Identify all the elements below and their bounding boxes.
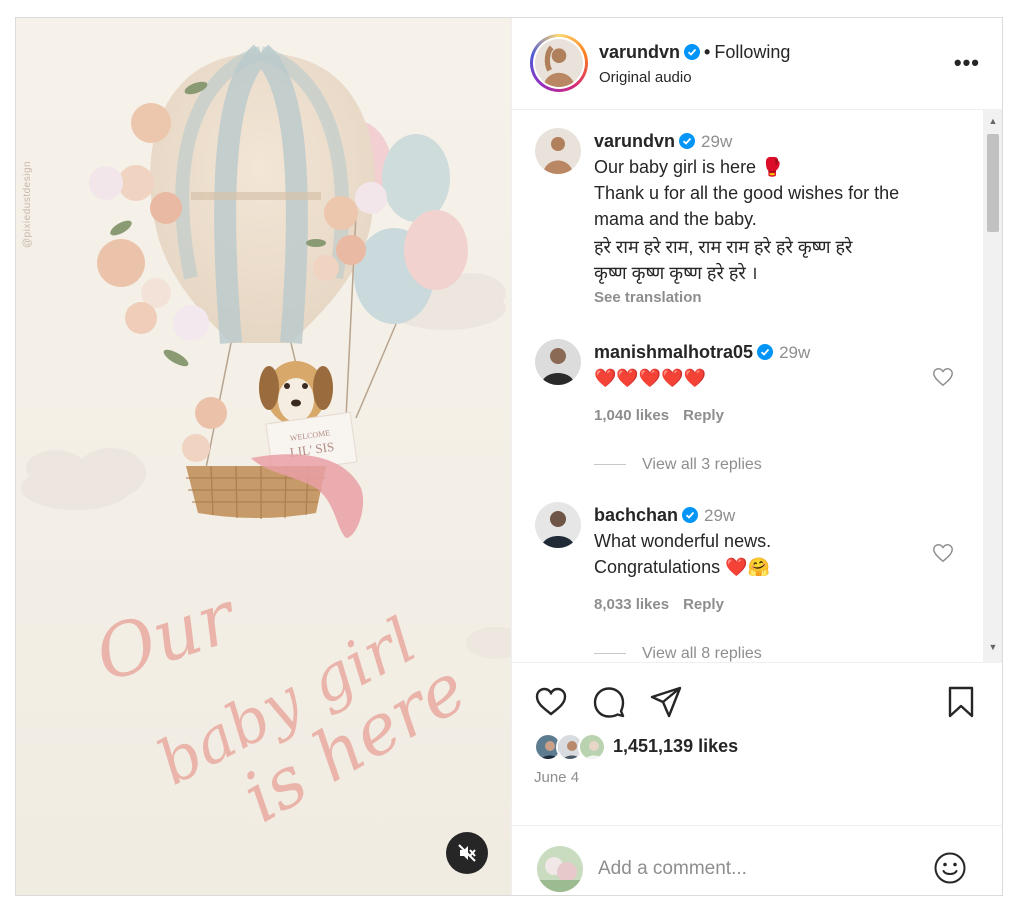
comment-text: What wonderful news. xyxy=(594,531,772,551)
comment-likes[interactable]: 8,033 likes xyxy=(594,596,669,613)
comment-time[interactable]: 29w xyxy=(704,506,735,525)
post-date[interactable]: June 4 xyxy=(534,769,579,786)
comment-avatar[interactable] xyxy=(535,502,581,548)
verified-badge-icon xyxy=(684,44,701,60)
header-separator: • xyxy=(704,42,711,62)
scroll-up-icon[interactable]: ▲ xyxy=(983,112,1002,130)
reply-button[interactable]: Reply xyxy=(683,596,724,613)
comment-username[interactable]: manishmalhotra05 xyxy=(594,342,753,362)
share-icon[interactable] xyxy=(649,685,683,719)
comments-list: varundvn 29w Our baby girl is here 🥊 Than… xyxy=(512,110,1002,662)
original-audio-link[interactable]: Original audio xyxy=(599,69,692,86)
post-likes-count[interactable]: 1,451,139 likes xyxy=(613,736,738,757)
post-header: varundvn • Following Original audio ••• xyxy=(512,18,1002,110)
comment-text: ❤️❤️❤️❤️❤️ xyxy=(594,368,707,388)
view-replies-button[interactable]: View all 3 replies xyxy=(594,456,762,474)
view-replies-label: View all 8 replies xyxy=(642,645,762,662)
add-comment-input[interactable] xyxy=(598,852,918,886)
caption-time[interactable]: 29w xyxy=(701,132,732,151)
post-side-panel: varundvn • Following Original audio ••• va… xyxy=(511,18,1002,895)
artist-watermark: @pixiedustdesign xyxy=(22,160,33,248)
view-replies-label: View all 3 replies xyxy=(642,456,762,473)
comments-scrollbar[interactable]: ▲ ▼ xyxy=(983,110,1002,662)
current-user-avatar xyxy=(537,846,583,892)
reply-button[interactable]: Reply xyxy=(683,407,724,424)
caption-line: mama and the baby. xyxy=(594,209,757,229)
comment-like-heart-icon[interactable] xyxy=(932,366,954,388)
following-button[interactable]: Following xyxy=(714,42,790,62)
verified-badge-icon xyxy=(757,344,774,360)
verified-badge-icon xyxy=(682,507,699,523)
heart-icon[interactable] xyxy=(534,685,568,719)
comment-like-heart-icon[interactable] xyxy=(932,542,954,564)
script-line-1: Our xyxy=(85,574,247,698)
caption-line: Thank u for all the good wishes for the xyxy=(594,183,900,203)
see-translation-link[interactable]: See translation xyxy=(594,289,702,306)
caption-avatar[interactable] xyxy=(535,128,581,174)
author-username[interactable]: varundvn xyxy=(599,42,680,62)
caption-line: Our baby girl is here 🥊 xyxy=(594,157,784,177)
caption-line: कृष्ण कृष्ण कृष्ण हरे हरे । xyxy=(594,263,758,283)
comment-text: Congratulations ❤️🤗 xyxy=(594,557,770,577)
scroll-down-icon[interactable]: ▼ xyxy=(983,638,1002,656)
comment-avatar[interactable] xyxy=(535,339,581,385)
post-actions: 1,451,139 likes June 4 xyxy=(512,662,1002,895)
scrollbar-thumb[interactable] xyxy=(987,134,999,232)
comment-time[interactable]: 29w xyxy=(779,343,810,362)
comment-likes[interactable]: 1,040 likes xyxy=(594,407,669,424)
speaker-muted-icon xyxy=(458,844,476,862)
view-replies-button[interactable]: View all 8 replies xyxy=(594,645,762,662)
illustration-balloon: WELCOME LIL' SIS Our baby girl is here xyxy=(21,44,511,839)
comment-username[interactable]: bachchan xyxy=(594,505,678,525)
bookmark-icon[interactable] xyxy=(944,685,978,719)
caption-line: हरे राम हरे राम, राम राम हरे हरे कृष्ण ह… xyxy=(594,237,853,257)
add-comment-bar xyxy=(512,825,1002,895)
post-dialog: WELCOME LIL' SIS Our baby girl is here @… xyxy=(15,17,1003,896)
more-options-icon[interactable]: ••• xyxy=(954,50,980,76)
post-media[interactable]: WELCOME LIL' SIS Our baby girl is here @… xyxy=(16,18,511,895)
verified-badge-icon xyxy=(679,133,696,149)
emoji-smile-icon[interactable] xyxy=(932,850,968,886)
liked-by-avatars[interactable] xyxy=(534,733,614,763)
author-avatar[interactable] xyxy=(530,34,588,92)
caption-username[interactable]: varundvn xyxy=(594,131,675,151)
mute-button[interactable] xyxy=(446,832,488,874)
comment-icon[interactable] xyxy=(592,685,626,719)
author-avatar-image xyxy=(535,39,583,87)
